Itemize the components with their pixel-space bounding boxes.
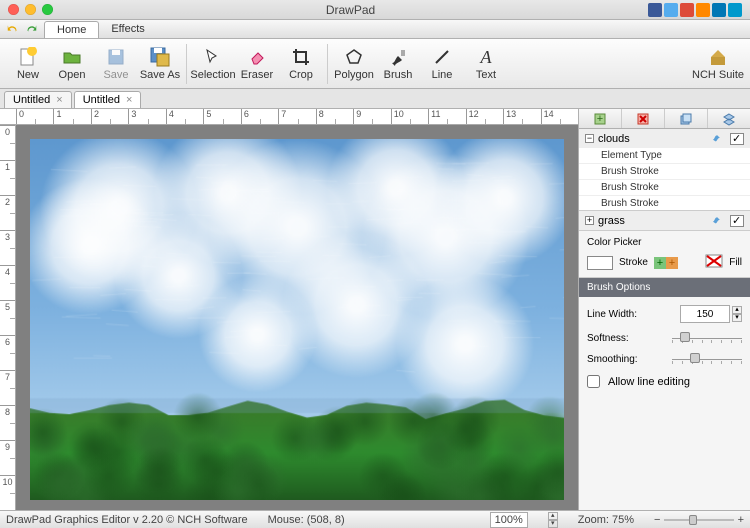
open-button[interactable]: Open [50, 41, 94, 87]
allow-line-editing-checkbox[interactable] [587, 375, 600, 388]
visibility-toggle[interactable] [730, 133, 744, 145]
social-icon[interactable] [680, 3, 694, 17]
mouse-position: Mouse: (508, 8) [268, 514, 345, 526]
drawing-canvas[interactable] [30, 139, 564, 500]
tab-untitled-1[interactable]: Untitled× [4, 91, 72, 108]
fill-label: Fill [729, 257, 742, 268]
polygon-button[interactable]: Polygon [332, 41, 376, 87]
undo-icon[interactable] [6, 21, 20, 38]
toolbar: New Open Save Save As Selection Eraser C… [0, 39, 750, 89]
brush-button[interactable]: Brush [376, 41, 420, 87]
stroke-label: Stroke [619, 257, 648, 268]
delete-layer-button[interactable] [622, 109, 665, 128]
allow-line-editing-label: Allow line editing [608, 376, 690, 388]
line-button[interactable]: Line [420, 41, 464, 87]
app-title: DrawPad [53, 3, 648, 17]
svg-text:+: + [657, 257, 663, 269]
titlebar: DrawPad [0, 0, 750, 20]
layer-toolbar: + [579, 109, 750, 129]
stroke-swatch[interactable] [587, 256, 613, 270]
eraser-button[interactable]: Eraser [235, 41, 279, 87]
social-icon[interactable] [728, 3, 742, 17]
social-icon[interactable] [648, 3, 662, 17]
close-icon[interactable]: × [126, 94, 132, 106]
saveas-button[interactable]: Save As [138, 41, 182, 87]
softness-slider[interactable] [672, 334, 742, 344]
smoothing-slider[interactable] [672, 355, 742, 365]
document-tabs: Untitled× Untitled× [0, 89, 750, 109]
zoom-label: Zoom: 75% [578, 514, 634, 526]
layer-row[interactable]: Brush Stroke [579, 164, 750, 180]
brush-icon [712, 214, 726, 227]
menu-effects[interactable]: Effects [99, 21, 156, 38]
canvas-area[interactable] [16, 125, 578, 510]
color-picker-title: Color Picker [587, 237, 742, 248]
brush-icon [712, 132, 726, 145]
svg-text:+: + [597, 113, 603, 125]
tab-untitled-2[interactable]: Untitled× [74, 91, 142, 108]
social-icon[interactable] [664, 3, 678, 17]
social-icon[interactable] [696, 3, 710, 17]
no-fill-icon[interactable] [705, 254, 723, 271]
close-icon[interactable]: × [56, 94, 62, 106]
zoom-percent[interactable]: 100% [490, 512, 528, 528]
layer-row[interactable]: Brush Stroke [579, 180, 750, 196]
add-layer-button[interactable]: + [579, 109, 622, 128]
nch-suite-button[interactable]: NCH Suite [692, 46, 744, 81]
text-button[interactable]: AText [464, 41, 508, 87]
social-icons [648, 3, 742, 17]
selection-button[interactable]: Selection [191, 41, 235, 87]
window-controls [8, 4, 53, 15]
app-version: DrawPad Graphics Editor v 2.20 © NCH Sof… [6, 514, 248, 526]
visibility-toggle[interactable] [730, 215, 744, 227]
expand-icon[interactable]: + [585, 216, 594, 225]
redo-icon[interactable] [24, 21, 38, 38]
step-down-icon[interactable]: ▾ [732, 314, 742, 322]
svg-text:+: + [669, 257, 675, 269]
layer-row[interactable]: Brush Stroke [579, 196, 750, 210]
linewidth-label: Line Width: [587, 309, 672, 320]
layer-name: grass [598, 215, 708, 227]
new-button[interactable]: New [6, 41, 50, 87]
smoothing-label: Smoothing: [587, 354, 664, 365]
maximize-icon[interactable] [42, 4, 53, 15]
statusbar: DrawPad Graphics Editor v 2.20 © NCH Sof… [0, 510, 750, 528]
layer-name: clouds [598, 133, 708, 145]
brush-options-header: Brush Options [579, 278, 750, 297]
vertical-ruler: 012345678910 [0, 125, 16, 510]
step-controls[interactable]: ▴▾ [548, 512, 558, 528]
linewidth-input[interactable] [680, 305, 730, 323]
layer-row[interactable]: Element Type [579, 148, 750, 164]
add-color-icon[interactable]: + + [654, 257, 678, 269]
menubar: HomeEffects [0, 20, 750, 39]
step-up-icon[interactable]: ▴ [732, 306, 742, 314]
layer-group-clouds[interactable]: − clouds Element TypeBrush StrokeBrush S… [579, 129, 750, 211]
color-picker: Color Picker Stroke + + Fill [579, 231, 750, 278]
menu-home[interactable]: Home [44, 21, 99, 38]
collapse-icon[interactable]: − [585, 134, 594, 143]
save-button[interactable]: Save [94, 41, 138, 87]
social-icon[interactable] [712, 3, 726, 17]
zoom-slider[interactable]: − + [654, 516, 744, 524]
crop-button[interactable]: Crop [279, 41, 323, 87]
close-icon[interactable] [8, 4, 19, 15]
duplicate-layer-button[interactable] [665, 109, 708, 128]
horizontal-ruler: 01234567891011121314 [0, 109, 578, 125]
softness-label: Softness: [587, 333, 664, 344]
layer-group-grass[interactable]: + grass [579, 211, 750, 231]
minimize-icon[interactable] [25, 4, 36, 15]
brush-options: Line Width: ▴▾ Softness: Smoothing: Allo… [579, 297, 750, 406]
layer-options-button[interactable] [708, 109, 750, 128]
side-panel: + − clouds Element TypeBrush StrokeBrush… [578, 109, 750, 510]
